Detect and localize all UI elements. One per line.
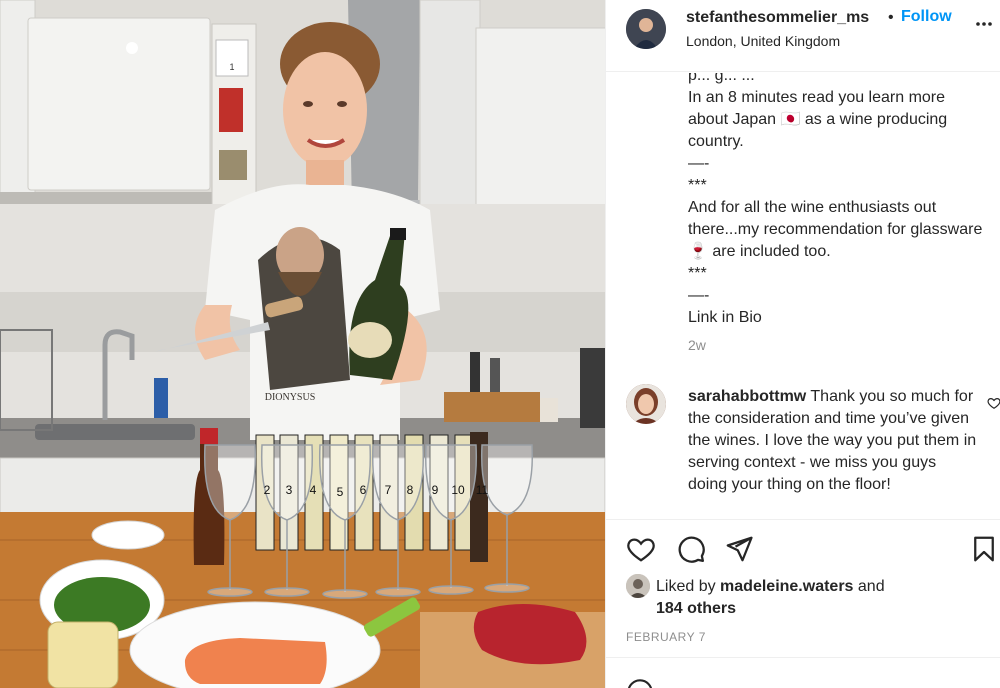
author-username[interactable]: stefanthesommelier_ms [686,9,869,27]
separator-dot: • [888,9,894,26]
comments-scroll-area[interactable]: p... g... ... In an 8 minutes read you l… [606,73,1000,519]
likes-suffix: and [853,578,885,595]
commenter-avatar[interactable] [626,384,666,424]
caption-line: —- [688,287,710,304]
post-photo[interactable]: 1 DIONYSUS 2 3 4 5 6 7 8 9 10 11 [0,0,605,688]
caption-line: —- [688,155,710,172]
liker-username[interactable]: madeleine.waters [720,578,853,595]
liker-avatar[interactable] [626,574,650,598]
comment-like-heart-icon[interactable] [987,396,1000,410]
caption-line: *** [688,177,707,194]
shirt-print-text: DIONYSUS [265,392,316,403]
post-time-ago[interactable]: 2w [688,337,706,353]
more-options-icon[interactable] [974,14,994,34]
location-link[interactable]: London, United Kingdom [686,33,840,49]
glass-number-label: 10 [451,483,465,497]
glass-number-label: 9 [432,483,439,497]
glass-number-label: 8 [407,483,414,497]
post-side-panel: stefanthesommelier_ms • Follow London, U… [605,0,1000,688]
glass-number-label: 7 [385,483,392,497]
comment-bubble-icon[interactable] [676,534,706,564]
glass-number-label: 4 [310,483,317,497]
caption-line: Link in Bio [688,309,762,326]
post-date[interactable]: FEBRUARY 7 [626,630,706,644]
glass-number-label: 6 [360,483,367,497]
likes-prefix: Liked by [656,578,721,595]
glass-number-label: 2 [264,483,271,497]
glass-number-label: 3 [286,483,293,497]
kitchen-scene-image: 1 DIONYSUS 2 3 4 5 6 7 8 9 10 11 [0,0,605,688]
heart-icon[interactable] [626,534,656,564]
likes-summary: Liked by madeleine.waters and 184 others [656,576,885,620]
caption-line: *** [688,265,707,282]
add-comment-bar[interactable] [606,657,1000,688]
author-avatar[interactable] [626,9,666,49]
paper-plane-icon[interactable] [724,534,754,564]
calendar-day-text: 1 [229,62,234,72]
emoji-icon[interactable] [626,678,654,688]
comment-username[interactable]: sarahabbottmw [688,388,806,405]
caption-line: In an 8 minutes read you learn more abou… [688,89,952,150]
caption-text: p... g... ... In an 8 minutes read you l… [688,73,988,329]
caption-line: And for all the wine enthusiasts out the… [688,199,987,260]
bookmark-icon[interactable] [969,534,999,564]
glass-number-label: 11 [476,483,489,497]
post-header: stefanthesommelier_ms • Follow London, U… [606,0,1000,72]
caption-line: p... g... ... [688,73,755,84]
comment-text: sarahabbottmw Thank you so much for the … [688,386,978,496]
follow-button[interactable]: Follow [901,8,952,26]
glass-number-label: 5 [337,485,344,499]
likes-others-link[interactable]: 184 others [656,600,736,617]
